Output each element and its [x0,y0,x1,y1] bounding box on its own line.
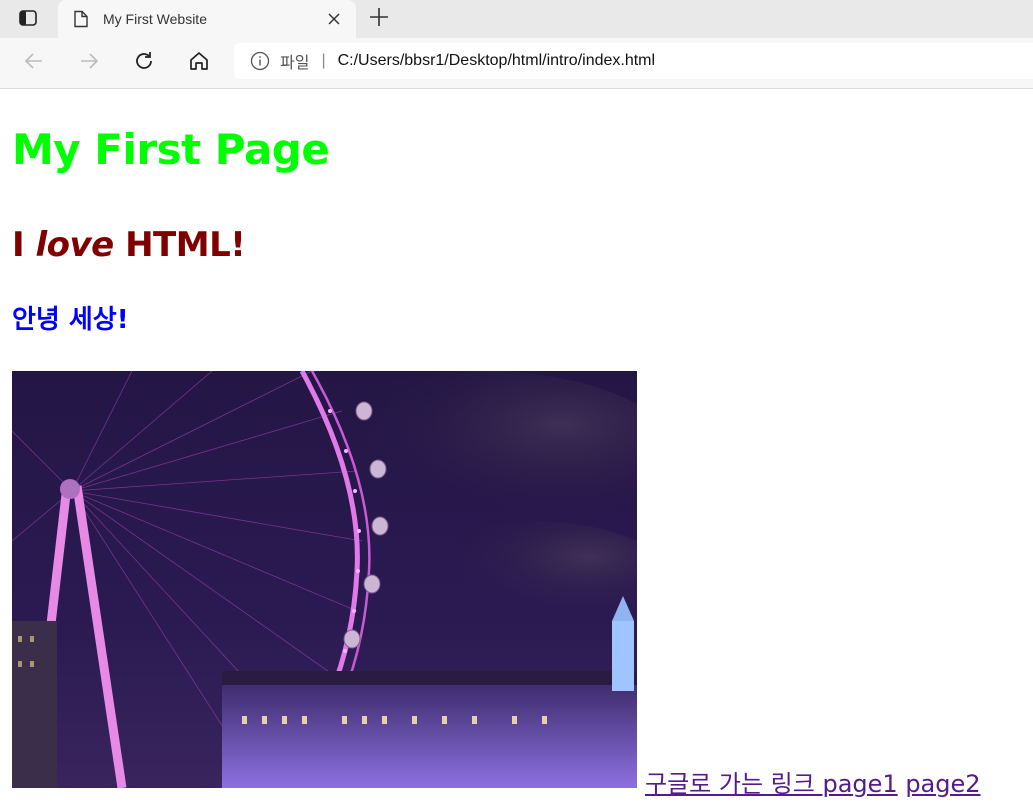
heading2-prefix: I [12,225,36,265]
page1-link[interactable]: page1 [822,770,897,798]
refresh-icon [132,49,156,77]
forward-button[interactable] [76,50,102,76]
page-icon [73,10,89,28]
heading2-emphasis: love [35,225,115,265]
page-heading-3: 안녕 세상! [12,305,129,335]
tab-strip: My First Website [0,0,1033,38]
toolbar: 파일 | C:/Users/bbsr1/Desktop/html/intro/i… [0,38,1033,89]
home-icon [187,49,211,77]
close-icon[interactable] [326,11,342,27]
home-button[interactable] [186,50,212,76]
back-arrow-icon [22,49,46,77]
google-link[interactable]: 구글로 가는 링크 [645,770,822,798]
plus-icon [369,7,389,31]
tab-actions-button[interactable] [14,9,42,31]
page-heading-1: My First Page [12,125,330,174]
refresh-button[interactable] [131,50,157,76]
url-text[interactable]: C:/Users/bbsr1/Desktop/html/intro/index.… [338,52,655,70]
heading2-suffix: HTML! [113,225,246,265]
new-tab-button[interactable] [368,8,390,30]
address-separator: | [321,52,326,69]
browser-chrome: My First Website 파일 | C:/Users/bbsr1/Des… [0,0,1033,89]
info-icon[interactable] [250,51,270,71]
forward-arrow-icon [77,49,101,77]
page-heading-2: I love HTML! [12,225,246,265]
links-row: 구글로 가는 링크 page1 page2 [645,764,981,799]
back-button[interactable] [21,50,47,76]
site-info-label: 파일 [280,55,310,72]
address-bar[interactable]: 파일 | C:/Users/bbsr1/Desktop/html/intro/i… [234,43,1033,79]
tab-actions-icon [18,9,38,31]
tab-title: My First Website [103,11,207,27]
tab-my-first-website[interactable]: My First Website [58,0,356,38]
london-eye-photo [12,371,637,788]
page2-link[interactable]: page2 [905,770,980,798]
